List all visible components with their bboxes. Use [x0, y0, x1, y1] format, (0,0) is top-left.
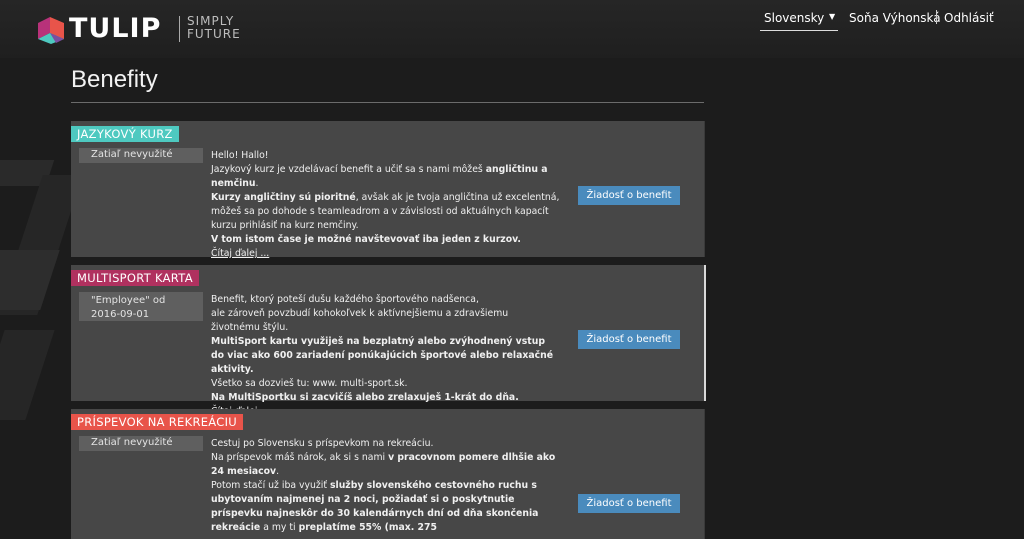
benefit-tag: MULTISPORT KARTA — [71, 270, 199, 286]
read-more-link[interactable]: Čítaj ďalej ... — [211, 248, 269, 259]
page-title: Benefity — [71, 66, 158, 93]
tulip-logo[interactable]: TULIP SIMPLY FUTURE — [36, 13, 246, 45]
description-line: MultiSport kartu využiješ na bezplatný a… — [211, 335, 557, 377]
background-stripe — [0, 250, 60, 310]
description-line: ale zároveň povzbudí kohokoľvek k aktívn… — [211, 308, 509, 333]
text-span: a my ti — [260, 522, 299, 533]
tagline-line-2: FUTURE — [187, 27, 241, 41]
chevron-down-icon[interactable]: ▼ — [829, 12, 835, 21]
background-stripe — [0, 330, 55, 420]
description-line: Na MultiSportku si zacvičíš alebo zrelax… — [211, 391, 557, 405]
benefit-tag: JAZYKOVÝ KURZ — [71, 126, 179, 142]
text-span: Jazykový kurz je vzdelávací benefit a uč… — [211, 164, 486, 175]
request-benefit-button[interactable]: Žiadosť o benefit — [578, 186, 680, 205]
description-line: V tom istom čase je možné navštevovať ib… — [211, 233, 561, 247]
benefit-description: Benefit, ktorý poteší dušu každého šport… — [211, 293, 557, 419]
benefit-card-language-course: JAZYKOVÝ KURZ Zatiaľ nevyužité Hello! Ha… — [71, 121, 705, 259]
user-name[interactable]: Soňa Výhonská — [849, 11, 941, 25]
tulip-logo-icon — [38, 17, 64, 44]
text-bold: preplatíme 55% (max. 275 — [298, 522, 437, 533]
description-line: Na príspevok máš nárok, ak si s nami v p… — [211, 451, 557, 479]
description-line: Jazykový kurz je vzdelávací benefit a uč… — [211, 163, 561, 191]
request-benefit-button[interactable]: Žiadosť o benefit — [578, 494, 680, 513]
text-span: . — [276, 466, 280, 477]
nav-divider — [936, 10, 937, 24]
benefit-description: Hello! Hallo! Jazykový kurz je vzdelávac… — [211, 149, 561, 261]
benefit-status: Zatiaľ nevyužité — [79, 148, 203, 163]
text-bold: MultiSport kartu využiješ na bezplatný a… — [211, 336, 554, 375]
brand-name: TULIP — [69, 13, 162, 44]
description-line: Cestuj po Slovensku s príspevkom na rekr… — [211, 438, 434, 449]
text-span: Potom stačí už iba využiť — [211, 480, 330, 491]
benefit-status: "Employee" od 2016-09-01 — [79, 292, 203, 321]
logo-divider — [179, 16, 180, 42]
brand-tagline: SIMPLY FUTURE — [187, 15, 241, 41]
text-bold: V tom istom čase je možné navštevovať ib… — [211, 234, 521, 245]
description-line: Kurzy angličtiny sú pioritné, avšak ak j… — [211, 191, 561, 233]
benefit-description: Cestuj po Slovensku s príspevkom na rekr… — [211, 437, 557, 535]
description-line: Hello! Hallo! — [211, 150, 269, 161]
text-span: . — [255, 178, 259, 189]
benefit-tag: PRÍSPEVOK NA REKREÁCIU — [71, 414, 244, 430]
description-line: Všetko sa dozvieš tu: www. multi-sport.s… — [211, 378, 408, 389]
description-line: Čítaj ďalej ... — [211, 247, 561, 261]
text-bold: Na MultiSportku si zacvičíš alebo zrelax… — [211, 392, 519, 403]
description-line: Benefit, ktorý poteší dušu každého šport… — [211, 294, 479, 305]
language-select[interactable]: Slovensky — [764, 11, 824, 25]
benefit-card-multisport: MULTISPORT KARTA "Employee" od 2016-09-0… — [71, 265, 706, 417]
language-select-underline — [760, 30, 838, 31]
text-span: Na príspevok máš nárok, ak si s nami — [211, 452, 389, 463]
request-benefit-button[interactable]: Žiadosť o benefit — [578, 330, 680, 349]
description-line: Potom stačí už iba využiť služby slovens… — [211, 479, 557, 535]
logout-link[interactable]: Odhlásiť — [944, 11, 994, 25]
text-bold: Kurzy angličtiny sú pioritné — [211, 192, 356, 203]
benefit-status: Zatiaľ nevyužité — [79, 436, 203, 451]
title-divider — [71, 102, 704, 103]
top-navigation-bar: TULIP SIMPLY FUTURE Slovensky ▼ Soňa Výh… — [0, 0, 1024, 58]
